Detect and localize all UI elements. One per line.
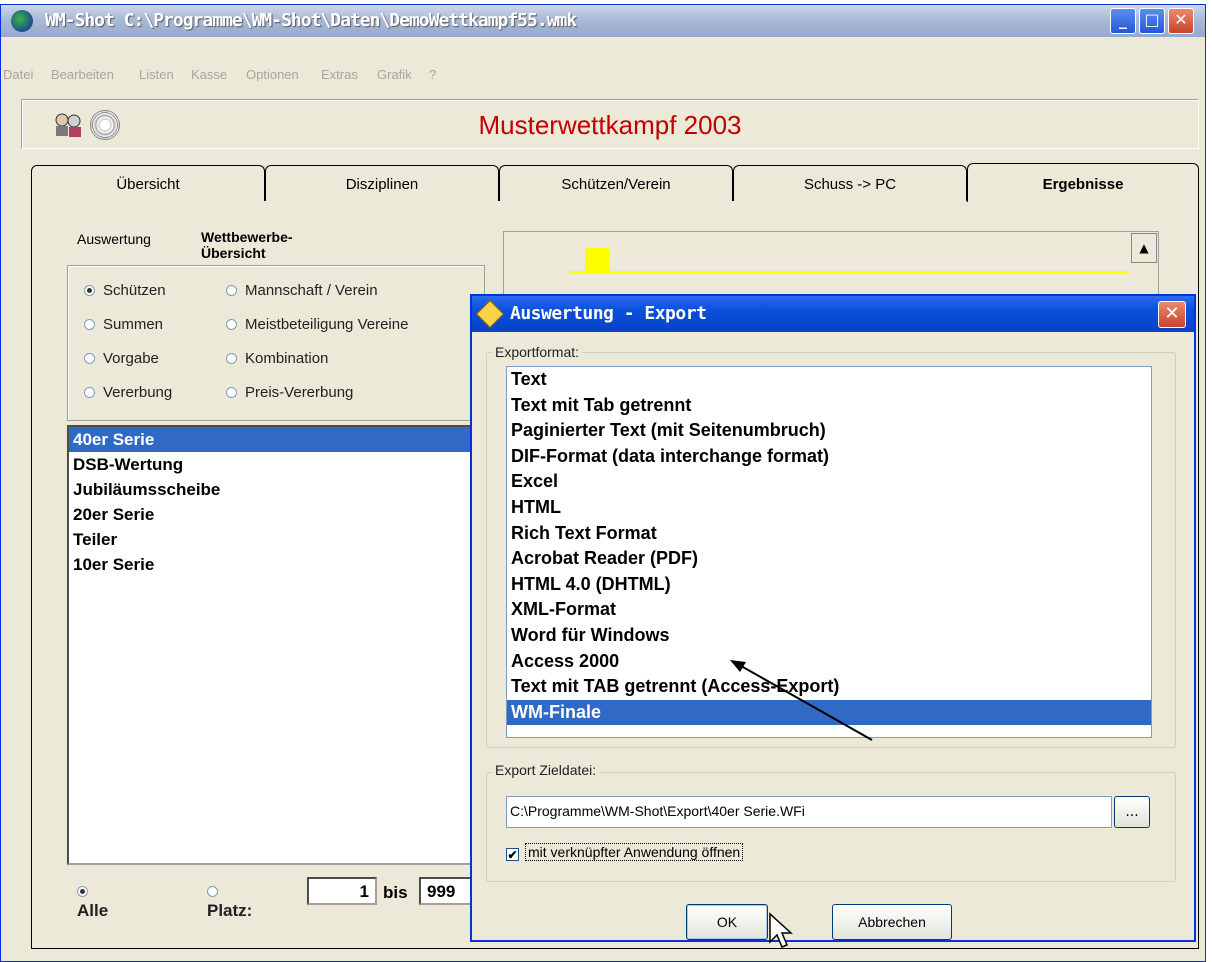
evaluation-type-group: Schützen Mannschaft / Verein Summen Meis… xyxy=(67,265,485,421)
menu-listen[interactable]: Listen xyxy=(139,67,174,82)
radio-label: Summen xyxy=(103,316,164,333)
radio-label: Schützen xyxy=(103,282,166,299)
menu-help[interactable]: ? xyxy=(429,67,436,82)
radio-meistbeteiligung[interactable]: Meistbeteiligung Vereine xyxy=(226,316,408,333)
menu-bar: Datei Bearbeiten Listen Kasse Optionen E… xyxy=(1,61,1205,89)
radio-dot xyxy=(77,886,88,897)
radio-label: Platz: xyxy=(207,901,253,920)
menu-kasse[interactable]: Kasse xyxy=(191,67,227,82)
list-item[interactable]: Word für Windows xyxy=(507,623,1151,649)
competition-list[interactable]: 40er Serie DSB-Wertung Jubiläumsscheibe … xyxy=(67,425,477,865)
open-with-app-checkbox[interactable]: ✔ mit verknüpfter Anwendung öffnen xyxy=(506,843,744,861)
list-item[interactable]: 20er Serie xyxy=(69,502,475,527)
export-target-label: Export Zieldatei: xyxy=(492,762,600,778)
list-item[interactable]: Acrobat Reader (PDF) xyxy=(507,546,1151,572)
export-path-field[interactable]: C:\Programme\WM-Shot\Export\40er Serie.W… xyxy=(506,796,1112,828)
arrow-head-icon xyxy=(730,660,746,672)
bis-label: bis xyxy=(383,883,408,902)
radio-dot xyxy=(226,387,237,398)
radio-label: Mannschaft / Verein xyxy=(245,282,378,299)
export-format-label: Exportformat: xyxy=(492,344,583,360)
competition-header: Musterwettkampf 2003 xyxy=(21,99,1199,149)
radio-dot xyxy=(84,319,95,330)
rank-to-input[interactable]: 999 xyxy=(419,877,475,905)
radio-mannschaft-verein[interactable]: Mannschaft / Verein xyxy=(226,282,378,299)
radio-schuetzen[interactable]: Schützen xyxy=(84,282,166,299)
radio-preis-vererbung[interactable]: Preis-Vererbung xyxy=(226,384,353,401)
radio-summen[interactable]: Summen xyxy=(84,316,163,333)
list-item[interactable]: 10er Serie xyxy=(69,552,475,577)
menu-grafik[interactable]: Grafik xyxy=(377,67,412,82)
radio-dot xyxy=(207,886,218,897)
radio-dot xyxy=(84,285,95,296)
close-button[interactable]: ✕ xyxy=(1168,8,1194,34)
list-item[interactable]: Jubiläumsscheibe xyxy=(69,477,475,502)
list-item[interactable]: 40er Serie xyxy=(69,427,475,452)
list-item[interactable]: DSB-Wertung xyxy=(69,452,475,477)
list-item[interactable]: Teiler xyxy=(69,527,475,552)
radio-dot xyxy=(226,353,237,364)
title-bar[interactable]: WM-Shot C:\Programme\WM-Shot\Daten\DemoW… xyxy=(1,5,1205,37)
yellow-line xyxy=(569,271,1129,273)
list-item[interactable]: DIF-Format (data interchange format) xyxy=(507,444,1151,470)
tab-ergebnisse[interactable]: Ergebnisse xyxy=(967,163,1199,202)
radio-label: Kombination xyxy=(245,350,329,367)
rank-from-input[interactable]: 1 xyxy=(307,877,377,905)
radio-label: Meistbeteiligung Vereine xyxy=(245,316,409,333)
radio-label: Vorgabe xyxy=(103,350,159,367)
dialog-close-button[interactable]: ✕ xyxy=(1158,301,1186,328)
menu-extras[interactable]: Extras xyxy=(321,67,358,82)
menu-datei[interactable]: Datei xyxy=(3,67,33,82)
radio-dot xyxy=(84,387,95,398)
list-item[interactable]: Paginierter Text (mit Seitenumbruch) xyxy=(507,418,1151,444)
ok-button[interactable]: OK xyxy=(686,904,768,940)
annotation-arrow xyxy=(730,660,873,741)
window-title: WM-Shot C:\Programme\WM-Shot\Daten\DemoW… xyxy=(45,10,577,31)
radio-kombination[interactable]: Kombination xyxy=(226,350,328,367)
yellow-marker xyxy=(585,248,609,272)
competition-title: Musterwettkampf 2003 xyxy=(478,110,742,140)
app-globe-icon xyxy=(11,10,33,32)
subtab-auswertung[interactable]: Auswertung xyxy=(77,231,151,247)
menu-bearbeiten[interactable]: Bearbeiten xyxy=(51,67,114,82)
radio-vererbung[interactable]: Vererbung xyxy=(84,384,172,401)
menu-optionen[interactable]: Optionen xyxy=(246,67,299,82)
radio-label: Alle xyxy=(77,901,109,920)
list-item[interactable]: HTML xyxy=(507,495,1151,521)
list-item[interactable]: HTML 4.0 (DHTML) xyxy=(507,572,1151,598)
list-item[interactable]: Text xyxy=(507,367,1151,393)
radio-platz[interactable]: Platz: xyxy=(207,881,252,921)
export-dialog: Auswertung - Export ✕ Exportformat: Text… xyxy=(470,294,1196,942)
list-item[interactable]: Text mit Tab getrennt xyxy=(507,393,1151,419)
dialog-title[interactable]: Auswertung - Export xyxy=(472,296,1194,332)
tab-uebersicht[interactable]: Übersicht xyxy=(31,165,265,201)
scroll-up-button[interactable]: ▲ xyxy=(1131,233,1157,263)
subtab-wettbewerbe-uebersicht[interactable]: Wettbewerbe-Übersicht xyxy=(201,229,293,261)
list-item[interactable]: XML-Format xyxy=(507,597,1151,623)
tab-schuss-pc[interactable]: Schuss -> PC xyxy=(733,165,967,201)
radio-alle[interactable]: Alle xyxy=(77,881,108,921)
browse-button[interactable]: ... xyxy=(1114,796,1150,828)
radio-dot xyxy=(84,353,95,364)
list-item[interactable]: Rich Text Format xyxy=(507,521,1151,547)
checkbox-box[interactable]: ✔ xyxy=(506,848,519,861)
radio-vorgabe[interactable]: Vorgabe xyxy=(84,350,159,367)
radio-label: Preis-Vererbung xyxy=(245,384,354,401)
cancel-button[interactable]: Abbrechen xyxy=(832,904,952,940)
mouse-cursor-icon xyxy=(769,912,793,948)
radio-label: Vererbung xyxy=(103,384,173,401)
tab-disziplinen[interactable]: Disziplinen xyxy=(265,165,499,201)
radio-dot xyxy=(226,285,237,296)
checkbox-label: mit verknüpfter Anwendung öffnen xyxy=(525,843,744,861)
list-item[interactable]: Excel xyxy=(507,469,1151,495)
tab-schuetzen-verein[interactable]: Schützen/Verein xyxy=(499,165,733,201)
radio-dot xyxy=(226,319,237,330)
minimize-button[interactable]: _ xyxy=(1110,8,1136,34)
maximize-button[interactable]: □ xyxy=(1139,8,1165,34)
